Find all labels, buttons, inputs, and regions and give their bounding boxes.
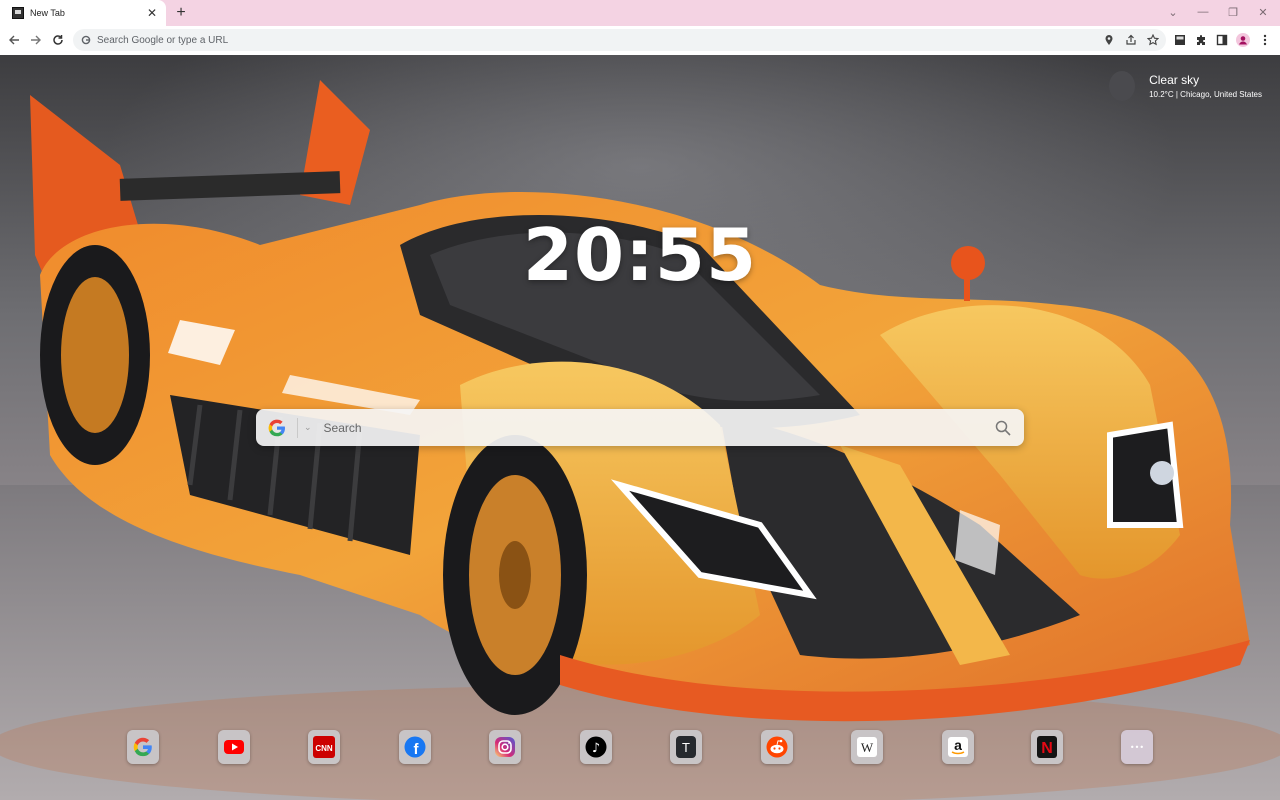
omnibox-input[interactable] — [97, 34, 997, 46]
tab-search-chevron-icon[interactable]: ⌄ — [1162, 3, 1184, 21]
location-pin-icon[interactable] — [1102, 33, 1116, 47]
omnibox[interactable] — [73, 29, 1166, 51]
minimize-button[interactable]: — — [1192, 3, 1214, 21]
google-icon — [133, 737, 152, 757]
shortcuts-dock: CNN f ♪ T W a N ••• — [0, 730, 1280, 764]
tab-strip: New Tab ✕ + ⌄ — ❐ ✕ — [0, 0, 1280, 26]
amazon-icon: a — [948, 737, 968, 757]
shortcut-google[interactable] — [127, 730, 159, 764]
shortcut-more[interactable]: ••• — [1121, 730, 1153, 764]
more-label: ••• — [1130, 743, 1144, 752]
more-icon: ••• — [1130, 743, 1144, 752]
weather-widget[interactable]: Clear sky 10.2°C | Chicago, United State… — [1109, 71, 1262, 101]
shortcut-cnn[interactable]: CNN — [308, 730, 340, 764]
extensions-puzzle-icon[interactable] — [1193, 32, 1209, 48]
close-window-button[interactable]: ✕ — [1252, 3, 1274, 21]
weather-condition: Clear sky — [1149, 73, 1200, 87]
search-engine-selector[interactable]: ⌄ — [256, 409, 324, 446]
shortcut-facebook[interactable]: f — [399, 730, 431, 764]
menu-kebab-icon[interactable] — [1257, 32, 1273, 48]
shortcut-wikipedia[interactable]: W — [851, 730, 883, 764]
tiktok-label: ♪ — [592, 741, 600, 756]
netflix-icon: N — [1037, 736, 1057, 758]
back-arrow-icon[interactable] — [5, 31, 23, 49]
shortcut-tiktok[interactable]: ♪ — [580, 730, 612, 764]
weather-detail: 10.2°C | Chicago, United States — [1149, 90, 1262, 99]
side-panel-icon[interactable] — [1214, 32, 1230, 48]
new-tab-page: Clear sky 10.2°C | Chicago, United State… — [0, 55, 1280, 800]
shortcut-amazon[interactable]: a — [942, 730, 974, 764]
tab-title: New Tab — [30, 8, 65, 18]
search-bar[interactable]: ⌄ — [256, 409, 1024, 446]
amazon-label: a — [954, 737, 962, 753]
wikipedia-label: W — [861, 740, 874, 755]
tab-close-icon[interactable]: ✕ — [144, 5, 160, 21]
shortcut-reddit[interactable] — [761, 730, 793, 764]
shortcut-netflix[interactable]: N — [1031, 730, 1063, 764]
new-tab-button[interactable]: + — [171, 3, 191, 23]
reddit-icon — [766, 736, 788, 758]
reload-icon[interactable] — [49, 31, 67, 49]
shortcut-t[interactable]: T — [670, 730, 702, 764]
shortcut-youtube[interactable] — [218, 730, 250, 764]
netflix-label: N — [1041, 740, 1053, 757]
shortcut-instagram[interactable] — [489, 730, 521, 764]
youtube-icon — [224, 740, 244, 754]
t-icon: T — [676, 736, 696, 758]
restore-button[interactable]: ❐ — [1222, 3, 1244, 21]
chevron-down-icon[interactable]: ⌄ — [304, 422, 312, 433]
bookmark-star-icon[interactable] — [1146, 33, 1160, 47]
moon-weather-icon — [1109, 71, 1136, 101]
share-icon[interactable] — [1124, 33, 1138, 47]
clock: 20:55 — [522, 213, 758, 297]
google-g-icon — [81, 35, 91, 45]
cnn-icon: CNN — [313, 736, 335, 758]
new-tab-favicon-icon — [12, 7, 24, 19]
cnn-label: CNN — [315, 744, 333, 753]
search-input[interactable] — [323, 420, 988, 435]
instagram-icon — [495, 737, 515, 757]
forward-arrow-icon[interactable] — [27, 31, 45, 49]
search-divider — [297, 417, 298, 438]
t-label: T — [682, 740, 690, 755]
wikipedia-icon: W — [857, 737, 877, 757]
browser-toolbar — [0, 26, 1280, 55]
tiktok-icon: ♪ — [585, 736, 607, 758]
tab-new-tab[interactable]: New Tab ✕ — [0, 0, 166, 26]
google-icon — [268, 419, 285, 436]
extension-newtab-icon[interactable] — [1172, 32, 1188, 48]
profile-avatar-icon[interactable] — [1235, 32, 1251, 48]
search-icon[interactable] — [988, 413, 1018, 443]
facebook-icon: f — [404, 736, 426, 758]
